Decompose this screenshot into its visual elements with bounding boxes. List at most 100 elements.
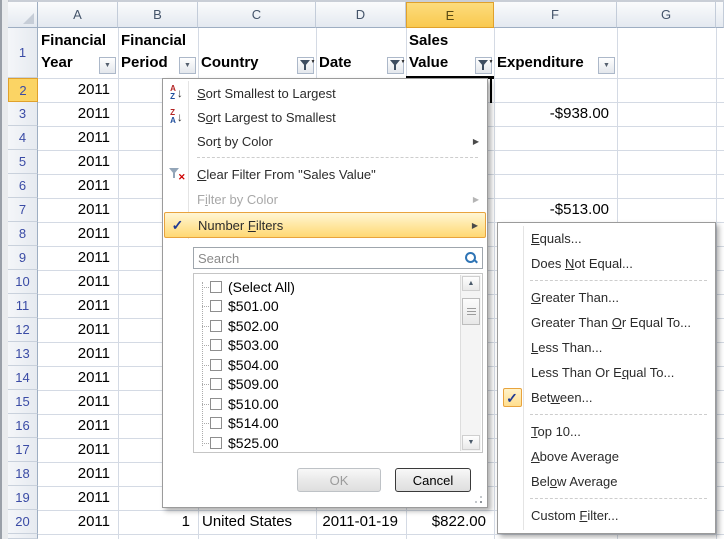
scroll-down-button[interactable]: ▼ xyxy=(462,435,480,450)
dropdown-button-financial-period[interactable]: ▼ xyxy=(179,57,196,74)
cell-A15[interactable]: 2011 xyxy=(42,390,110,414)
checkbox-unchecked[interactable] xyxy=(210,437,222,449)
header-cell-financial-year[interactable]: FinancialYear▼ xyxy=(38,28,118,78)
cell-A6[interactable]: 2011 xyxy=(42,174,110,198)
row-header-4[interactable]: 4 xyxy=(8,126,38,150)
submenu-item-does-not-equal[interactable]: Does Not Equal... xyxy=(498,251,715,276)
cell-A19[interactable]: 2011 xyxy=(42,486,110,510)
checkbox-unchecked[interactable] xyxy=(210,417,222,429)
column-header-D[interactable]: D xyxy=(316,2,406,28)
row-header-14[interactable]: 14 xyxy=(8,366,38,390)
row-header-19[interactable]: 19 xyxy=(8,486,38,510)
cell-D20[interactable]: 2011-01-19 xyxy=(320,510,398,534)
column-header-A[interactable]: A xyxy=(38,2,118,28)
row-header-16[interactable]: 16 xyxy=(8,414,38,438)
menu-item-sort-by-color[interactable]: Sort by Color▶ xyxy=(164,129,486,153)
column-header-G[interactable]: G xyxy=(617,2,716,28)
row-header-8[interactable]: 8 xyxy=(8,222,38,246)
select-all-corner[interactable] xyxy=(8,2,38,28)
menu-item-filter-by-color[interactable]: Filter by Color▶ xyxy=(164,186,486,212)
header-cell-expenditure[interactable]: Expenditure▼ xyxy=(494,28,617,78)
checkbox-unchecked[interactable] xyxy=(210,359,222,371)
cell-A18[interactable]: 2011 xyxy=(42,462,110,486)
header-cell-financial-period[interactable]: FinancialPeriod▼ xyxy=(118,28,198,78)
cell-A10[interactable]: 2011 xyxy=(42,270,110,294)
list-item-501-00[interactable]: $501.00 xyxy=(194,297,482,317)
submenu-item-between[interactable]: ✓Between... xyxy=(498,385,715,410)
filter-button-country[interactable]: ▼ xyxy=(297,57,314,74)
cell-A16[interactable]: 2011 xyxy=(42,414,110,438)
submenu-item-top-10[interactable]: Top 10... xyxy=(498,419,715,444)
submenu-item-equals[interactable]: Equals... xyxy=(498,226,715,251)
filter-button-sales-value[interactable]: ▼ xyxy=(475,57,492,74)
submenu-item-less-than-or-equal-to[interactable]: Less Than Or Equal To... xyxy=(498,360,715,385)
list-item-509-00[interactable]: $509.00 xyxy=(194,375,482,395)
dropdown-button-expenditure[interactable]: ▼ xyxy=(598,57,615,74)
list-item-504-00[interactable]: $504.00 xyxy=(194,355,482,375)
ok-button[interactable]: OK xyxy=(297,468,381,492)
row-header-15[interactable]: 15 xyxy=(8,390,38,414)
cell-E20[interactable]: $822.00 xyxy=(410,510,486,534)
submenu-item-greater-than[interactable]: Greater Than... xyxy=(498,285,715,310)
menu-item-clear-filter-from-sales-value[interactable]: ✕Clear Filter From "Sales Value" xyxy=(164,162,486,186)
submenu-item-greater-than-or-equal-to[interactable]: Greater Than Or Equal To... xyxy=(498,310,715,335)
row-header-10[interactable]: 10 xyxy=(8,270,38,294)
header-cell-date[interactable]: Date▼ xyxy=(316,28,406,78)
row-header-11[interactable]: 11 xyxy=(8,294,38,318)
column-header-C[interactable]: C xyxy=(198,2,316,28)
list-item-partial[interactable] xyxy=(194,453,482,454)
cell-A4[interactable]: 2011 xyxy=(42,126,110,150)
cell-A12[interactable]: 2011 xyxy=(42,318,110,342)
list-item-525-00[interactable]: $525.00 xyxy=(194,433,482,453)
search-input[interactable] xyxy=(194,251,464,266)
list-item-503-00[interactable]: $503.00 xyxy=(194,336,482,356)
column-header-B[interactable]: B xyxy=(118,2,198,28)
column-header-F[interactable]: F xyxy=(494,2,617,28)
cell-A3[interactable]: 2011 xyxy=(42,102,110,126)
header-cell-country[interactable]: Country▼ xyxy=(198,28,316,78)
cell-A11[interactable]: 2011 xyxy=(42,294,110,318)
filter-button-date[interactable]: ▼ xyxy=(387,57,404,74)
cell-C20[interactable]: United States xyxy=(202,510,308,534)
submenu-item-below-average[interactable]: Below Average xyxy=(498,469,715,494)
search-icon[interactable] xyxy=(464,251,478,265)
cell-F3[interactable]: -$938.00 xyxy=(498,102,609,126)
checkbox-unchecked[interactable] xyxy=(210,300,222,312)
checkbox-unchecked[interactable] xyxy=(210,320,222,332)
submenu-item-less-than[interactable]: Less Than... xyxy=(498,335,715,360)
submenu-item-above-average[interactable]: Above Average xyxy=(498,444,715,469)
row-header-9[interactable]: 9 xyxy=(8,246,38,270)
value-list-scrollbar[interactable]: ▲ ▼ xyxy=(460,275,481,451)
column-header-E[interactable]: E xyxy=(406,2,494,28)
header-cell-sales-value[interactable]: SalesValue▼ xyxy=(406,28,494,78)
cell-A5[interactable]: 2011 xyxy=(42,150,110,174)
cell-B20[interactable]: 1 xyxy=(122,510,190,534)
list-item-510-00[interactable]: $510.00 xyxy=(194,394,482,414)
scroll-thumb[interactable] xyxy=(462,298,480,325)
cell-A14[interactable]: 2011 xyxy=(42,366,110,390)
checkbox-unchecked[interactable] xyxy=(210,339,222,351)
cell-A7[interactable]: 2011 xyxy=(42,198,110,222)
submenu-item-custom-filter[interactable]: Custom Filter... xyxy=(498,503,715,528)
list-item-514-00[interactable]: $514.00 xyxy=(194,414,482,434)
row-header-20[interactable]: 20 xyxy=(8,510,38,534)
list-item-502-00[interactable]: $502.00 xyxy=(194,316,482,336)
panel-resize-grip[interactable] xyxy=(473,495,483,504)
checkbox-unchecked[interactable] xyxy=(210,378,222,390)
checkbox-unchecked[interactable] xyxy=(210,281,222,293)
row-header-1[interactable]: 1 xyxy=(8,28,38,78)
row-header-21[interactable] xyxy=(8,534,38,539)
list-item-select-all[interactable]: (Select All) xyxy=(194,277,482,297)
cell-F7[interactable]: -$513.00 xyxy=(498,198,609,222)
menu-item-sort-smallest-to-largest[interactable]: AZ↓Sort Smallest to Largest xyxy=(164,81,486,105)
row-header-13[interactable]: 13 xyxy=(8,342,38,366)
cell-A8[interactable]: 2011 xyxy=(42,222,110,246)
menu-item-number-filters[interactable]: ✓Number Filters▶ xyxy=(164,212,486,238)
column-header-partial[interactable] xyxy=(716,2,724,28)
cell-A2[interactable]: 2011 xyxy=(42,78,110,102)
row-header-17[interactable]: 17 xyxy=(8,438,38,462)
cell-A20[interactable]: 2011 xyxy=(42,510,110,534)
row-header-5[interactable]: 5 xyxy=(8,150,38,174)
row-header-12[interactable]: 12 xyxy=(8,318,38,342)
dropdown-button-financial-year[interactable]: ▼ xyxy=(99,57,116,74)
